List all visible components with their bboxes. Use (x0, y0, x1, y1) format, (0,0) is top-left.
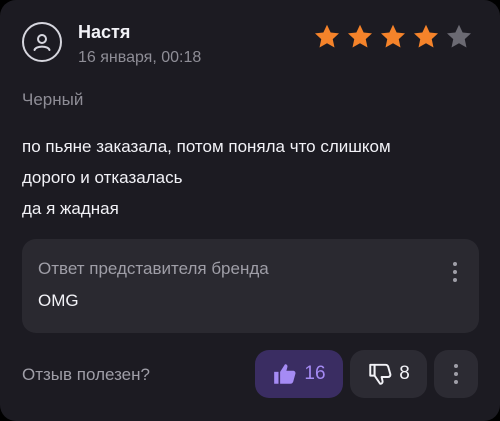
rating-stars (312, 22, 474, 52)
review-text-line: по пьяне заказала, потом поняла что слиш… (22, 137, 391, 156)
author-name[interactable]: Настя (78, 22, 130, 43)
like-count: 16 (304, 363, 326, 384)
dislike-button[interactable]: 8 (350, 350, 427, 398)
review-date: 16 января, 00:18 (78, 49, 202, 66)
star-filled-icon (348, 24, 372, 48)
more-vertical-icon (454, 364, 458, 384)
star-filled-icon (381, 24, 405, 48)
star-filled-icon (315, 24, 339, 48)
star-empty-icon (447, 24, 471, 48)
reply-menu-button[interactable] (449, 257, 461, 287)
helpful-label: Отзыв полезен? (22, 365, 150, 384)
thumbs-up-icon (274, 364, 296, 384)
more-vertical-icon-dot (453, 278, 457, 282)
brand-reply-title: Ответ представителя бренда (38, 259, 269, 278)
review-text-line: дорого и отказалась (22, 168, 183, 187)
more-vertical-icon-dot (453, 270, 457, 274)
more-button[interactable] (434, 350, 478, 398)
brand-reply-text: OMG (38, 291, 79, 310)
product-variant: Черный (22, 90, 84, 109)
star-filled-icon (414, 24, 438, 48)
avatar[interactable] (22, 22, 62, 62)
user-icon (33, 34, 51, 51)
like-button[interactable]: 16 (255, 350, 343, 398)
dislike-count: 8 (399, 363, 410, 384)
review-text: по пьяне заказала, потом поняла что слиш… (22, 131, 492, 224)
review-text-line: да я жадная (22, 199, 119, 218)
thumbs-down-icon (369, 363, 392, 385)
review-card: Настя 16 января, 00:18 Черный по пьяне з… (0, 0, 500, 421)
brand-reply: Ответ представителя бренда OMG (22, 239, 479, 333)
more-vertical-icon-dot (453, 262, 457, 266)
